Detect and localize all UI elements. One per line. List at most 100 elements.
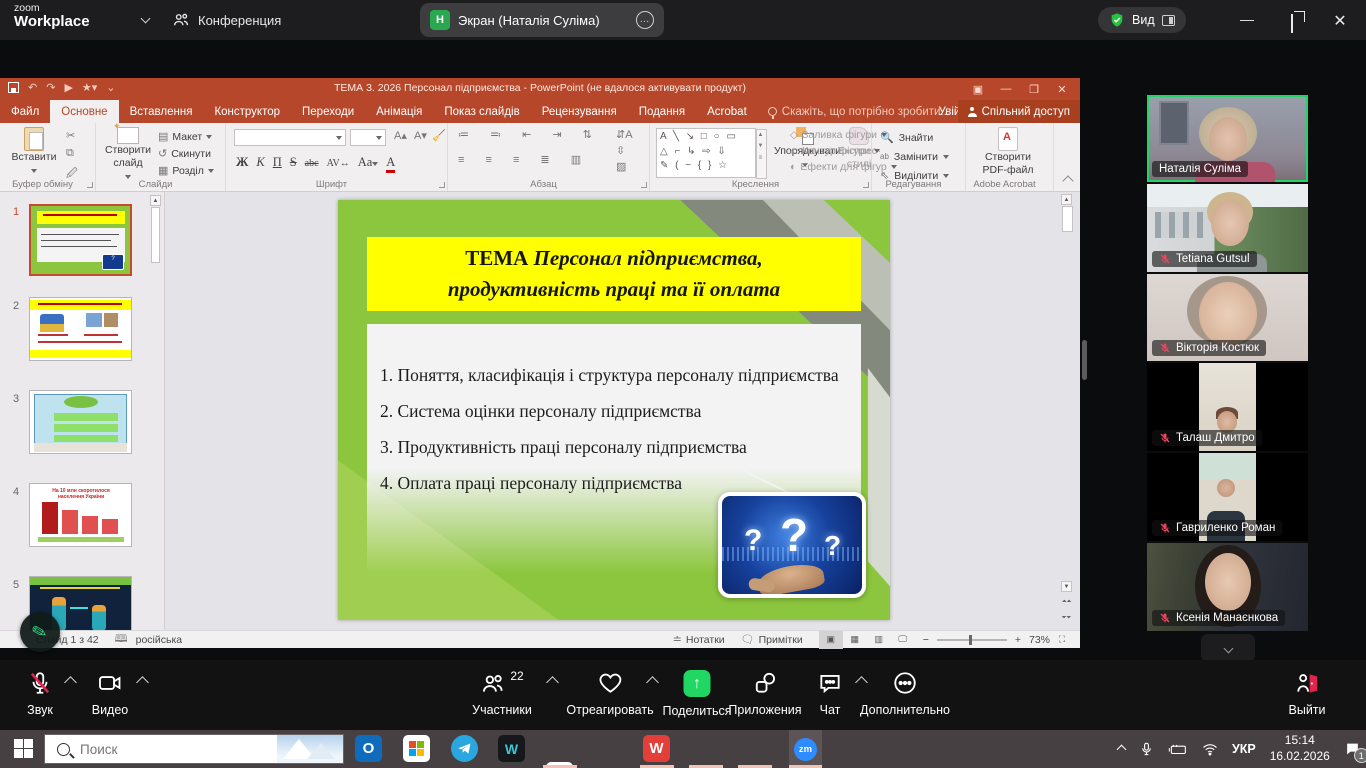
ribbon-tab-design[interactable]: Конструктор	[203, 100, 291, 123]
tray-wifi-icon[interactable]	[1202, 743, 1218, 756]
view-button[interactable]: Вид	[1098, 7, 1186, 33]
paragraph-align-icons[interactable]: ≡ ≡ ≡ ≣ ▥	[458, 153, 590, 166]
layout-button[interactable]: ▤Макет	[158, 130, 214, 143]
zoom-percent[interactable]: 73%	[1029, 634, 1050, 646]
ribbon-tab-slideshow[interactable]: Показ слайдів	[433, 100, 530, 123]
tray-battery-icon[interactable]	[1168, 743, 1188, 756]
taskbar-telegram-icon[interactable]	[451, 735, 478, 762]
search-highlight-image[interactable]	[277, 735, 343, 763]
slide-thumbnail-4[interactable]: На 10 млн скоротилося населення України	[29, 483, 132, 547]
participants-options-chevron[interactable]	[546, 676, 559, 689]
zoom-in-icon[interactable]: +	[1015, 634, 1021, 646]
font-name-combobox[interactable]	[234, 129, 346, 146]
copy-icon[interactable]: ⧉	[66, 147, 78, 160]
start-button[interactable]	[14, 739, 33, 758]
scroll-down-icon[interactable]: ▼	[1061, 581, 1072, 592]
change-case-button[interactable]: Aa	[358, 155, 379, 170]
video-options-chevron[interactable]	[136, 676, 149, 689]
language-indicator[interactable]: УКР	[1232, 742, 1256, 756]
tray-expand-chevron[interactable]	[1117, 744, 1127, 754]
drawing-dialog-launcher-icon[interactable]	[863, 182, 869, 188]
comments-button[interactable]: 🗨Примітки	[741, 633, 803, 646]
taskbar-zoom-icon[interactable]: zm	[789, 730, 822, 768]
zoom-slider-knob[interactable]	[969, 635, 973, 645]
leave-button[interactable]: Выйти	[1288, 670, 1325, 717]
audio-button[interactable]: Звук	[27, 670, 53, 717]
share-access-button[interactable]: Спільний доступ	[958, 100, 1080, 123]
previous-slide-icon[interactable]: ⏶⏶	[1061, 597, 1072, 608]
fit-to-window-icon[interactable]: ⛶	[1050, 631, 1074, 649]
taskbar-store-icon[interactable]	[403, 735, 430, 762]
sidebar-scrollbar-thumb[interactable]	[1082, 340, 1087, 380]
ribbon-tab-file[interactable]: Файл	[0, 100, 50, 123]
participant-tile-viktoria-kostiuk[interactable]: Вікторія Костюк	[1147, 274, 1308, 361]
shape-fill-button[interactable]: ◇Заливка фігури	[790, 129, 897, 141]
create-pdf-button[interactable]: Створити PDF-файл	[976, 127, 1040, 177]
shadow-button[interactable]: abc	[305, 158, 319, 169]
annotation-pencil-button[interactable]: ✎	[20, 612, 60, 652]
font-size-combobox[interactable]	[350, 129, 386, 146]
tab-options-icon[interactable]: …	[636, 11, 654, 29]
participant-tile-havrylenko-roman[interactable]: Гавриленко Роман	[1147, 453, 1308, 541]
align-text-icon[interactable]: ⇳	[616, 144, 633, 157]
text-direction-icon[interactable]: ⇵A	[616, 128, 633, 141]
clipboard-dialog-launcher-icon[interactable]	[87, 182, 93, 188]
slide-thumbnail-2[interactable]	[29, 297, 132, 361]
shapes-scroll-icons[interactable]: ▲▼≡	[756, 129, 767, 179]
language-indicator[interactable]: російська	[136, 634, 183, 646]
ribbon-tab-review[interactable]: Рецензування	[531, 100, 628, 123]
apps-button[interactable]: Приложения	[728, 670, 801, 717]
tell-me-box[interactable]: Скажіть, що потрібно зробити...	[768, 106, 950, 118]
new-slide-button[interactable]: Створити слайд	[102, 127, 154, 183]
tab-conference[interactable]: Конференция	[172, 0, 281, 40]
slideshow-view-button[interactable]: 🖵	[891, 631, 915, 649]
clear-formatting-icon[interactable]: 🧹	[432, 129, 446, 142]
ribbon-tab-home[interactable]: Основне	[50, 100, 118, 123]
taskbar-wps-icon[interactable]: W	[643, 735, 670, 762]
ribbon-display-options-icon[interactable]: ▣	[966, 83, 990, 96]
zoom-slider[interactable]	[937, 639, 1007, 641]
slide-thumbnail-3[interactable]	[29, 390, 132, 454]
underline-button[interactable]: П	[273, 155, 282, 170]
scroll-up-icon[interactable]: ▲	[1061, 194, 1072, 205]
bold-button[interactable]: Ж	[236, 155, 248, 170]
video-button[interactable]: Видео	[92, 670, 129, 717]
paragraph-row1-icons[interactable]: ≔ ≕ ⇤ ⇥ ⇅	[458, 128, 601, 141]
shape-outline-button[interactable]: ▱Контур фігури	[790, 145, 897, 157]
font-color-button[interactable]: A	[386, 155, 395, 173]
ribbon-tab-transitions[interactable]: Переходи	[291, 100, 365, 123]
scroll-thumb[interactable]	[1062, 206, 1073, 232]
grow-font-icon[interactable]: A▴	[394, 129, 407, 142]
participant-tile-tetiana-gutsul[interactable]: Tetiana Gutsul	[1147, 184, 1308, 272]
ppt-minimize-button[interactable]: —	[994, 83, 1018, 95]
thumb-scroll-up-icon[interactable]: ▲	[150, 195, 161, 206]
paragraph-dialog-launcher-icon[interactable]	[641, 182, 647, 188]
ppt-close-button[interactable]: ✕	[1050, 83, 1074, 96]
taskbar-search-box[interactable]	[44, 734, 344, 764]
participants-button[interactable]: 22 Участники	[472, 670, 532, 717]
ribbon-tab-view[interactable]: Подання	[628, 100, 696, 123]
next-slide-icon[interactable]: ⏷⏷	[1061, 613, 1072, 624]
taskbar-webex-icon[interactable]: W	[498, 735, 525, 762]
char-spacing-button[interactable]: AV↔	[327, 158, 350, 169]
collapse-ribbon-icon[interactable]	[1062, 175, 1073, 186]
slide-sorter-view-button[interactable]: ▦	[843, 631, 867, 649]
more-participants-button[interactable]	[1201, 634, 1255, 662]
ppt-restore-button[interactable]: ❒	[1022, 83, 1046, 96]
normal-view-button[interactable]: ▣	[819, 631, 843, 649]
shapes-gallery[interactable]: A ╲ ↘ □ ○ ▭△ ⌐ ↳ ⇨ ⇩✎ ( ~ { } ☆ ▲▼≡	[656, 128, 756, 178]
strikethrough-button[interactable]: S	[290, 155, 297, 170]
more-button[interactable]: Дополнительно	[860, 670, 950, 717]
paste-button[interactable]: Вставити	[8, 127, 60, 177]
tray-clock[interactable]: 15:14 16.02.2026	[1270, 733, 1330, 764]
workspace-dropdown-icon[interactable]	[141, 14, 151, 24]
spellcheck-icon[interactable]: 🕮	[115, 630, 128, 649]
font-dialog-launcher-icon[interactable]	[439, 182, 445, 188]
minimize-window-button[interactable]: —	[1232, 11, 1262, 27]
reading-view-button[interactable]: ▥	[867, 631, 891, 649]
reset-button[interactable]: ↺Скинути	[158, 147, 214, 160]
restore-window-button[interactable]	[1291, 14, 1293, 33]
search-input[interactable]	[80, 742, 240, 757]
participant-tile-natalia-sulima[interactable]: Наталія Суліма	[1147, 95, 1308, 182]
tab-shared-screen[interactable]: Н Экран (Наталія Суліма) …	[420, 3, 664, 37]
